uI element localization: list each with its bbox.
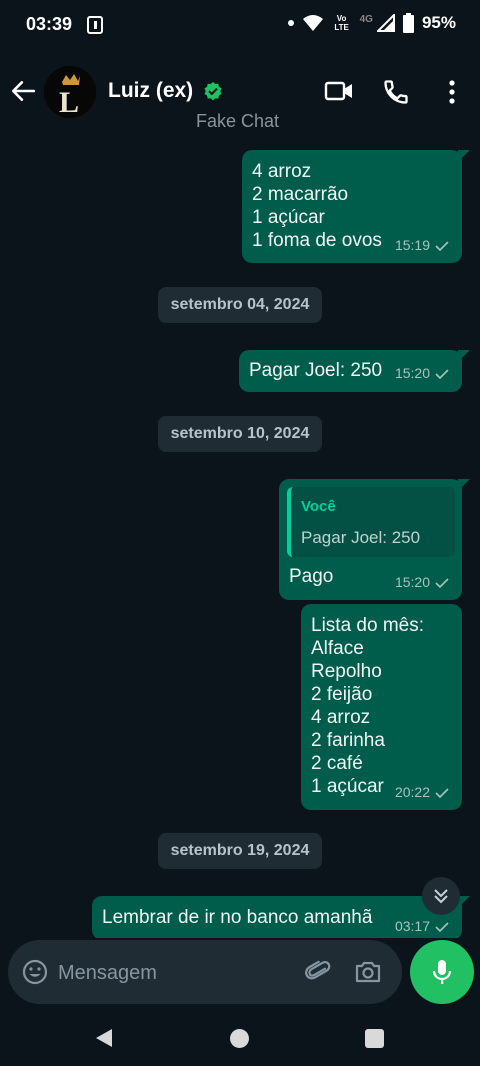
quote-text: Pagar Joel: 250: [301, 528, 421, 547]
date-chip: setembro 04, 2024: [158, 287, 322, 323]
wifi-icon: [302, 15, 323, 31]
phone-call-icon[interactable]: [382, 78, 410, 106]
avatar-letter: L: [59, 86, 79, 118]
message-bubble[interactable]: Você Pagar Joel: 250 Pago 15:20: [279, 479, 470, 600]
message-meta: 15:20: [395, 571, 450, 594]
message-time: 15:20: [394, 574, 430, 590]
network-type: 4G: [359, 13, 373, 25]
nav-back-icon[interactable]: [94, 1027, 114, 1049]
message-text: Lista do mês: Alface Repolho 2 feijão 4 …: [311, 615, 424, 797]
avatar-crown-icon: L: [44, 66, 96, 118]
message-input[interactable]: [56, 956, 280, 990]
message-bubble[interactable]: 4 arroz 2 macarrão 1 açúcar 1 foma de ov…: [242, 150, 470, 263]
chat-subtitle: Fake Chat: [196, 111, 280, 131]
message-meta: 03:17: [395, 915, 450, 938]
message-time: 03:17: [394, 918, 430, 934]
message-bubble[interactable]: Lista do mês: Alface Repolho 2 feijão 4 …: [301, 604, 462, 810]
voice-message-button[interactable]: [410, 940, 474, 1004]
contact-name[interactable]: Luiz (ex): [108, 79, 193, 103]
bubble-tail: [458, 479, 470, 491]
sent-check-icon: [435, 240, 449, 251]
camera-icon[interactable]: [354, 958, 382, 986]
chat-header: L Luiz (ex) Fake Chat: [0, 52, 480, 132]
back-arrow-icon[interactable]: [10, 78, 36, 104]
message-bubble[interactable]: Pagar Joel: 250 15:20: [239, 350, 470, 392]
nav-home-icon[interactable]: [230, 1029, 249, 1048]
quoted-message[interactable]: Você Pagar Joel: 250: [287, 487, 455, 557]
nav-recents-icon[interactable]: [365, 1029, 384, 1048]
video-call-icon[interactable]: [324, 78, 354, 104]
message-time: 15:19: [394, 237, 430, 253]
message-meta: 15:19: [395, 234, 450, 257]
bubble-tail: [458, 350, 470, 362]
notification-icon: [87, 16, 103, 34]
date-chip: setembro 19, 2024: [158, 833, 322, 869]
quote-author: Você: [301, 498, 336, 515]
avatar[interactable]: L: [44, 66, 96, 118]
attach-icon[interactable]: [304, 958, 332, 986]
system-nav-bar: [0, 1010, 480, 1066]
dot-icon: [287, 20, 294, 26]
volte-indicator: Vo LTE: [334, 14, 349, 32]
message-bubble[interactable]: Lembrar de ir no banco amanhã 03:17: [92, 896, 470, 938]
chat-area[interactable]: 4 arroz 2 macarrão 1 açúcar 1 foma de ov…: [0, 132, 480, 938]
emoji-icon[interactable]: [22, 959, 48, 985]
sent-check-icon: [435, 787, 449, 798]
message-meta: 20:22: [395, 781, 450, 804]
message-composer: [8, 940, 402, 1004]
message-meta: 15:20: [395, 362, 450, 385]
status-time: 03:39: [26, 14, 73, 34]
message-text: Pago: [289, 566, 334, 587]
signal-icon: [376, 14, 395, 32]
message-time: 15:20: [394, 365, 430, 381]
verified-icon: [204, 82, 222, 101]
status-bar: 03:39 Vo LTE 4G 95%: [0, 0, 480, 52]
sent-check-icon: [435, 577, 449, 588]
scroll-to-bottom-button[interactable]: [422, 877, 460, 915]
battery-icon: [402, 13, 414, 33]
more-options-icon[interactable]: [441, 78, 463, 106]
bubble-tail: [458, 150, 470, 162]
microphone-icon: [432, 960, 452, 984]
date-chip: setembro 10, 2024: [158, 416, 322, 452]
double-chevron-down-icon: [434, 889, 448, 904]
sent-check-icon: [435, 921, 449, 932]
message-time: 20:22: [394, 784, 430, 800]
battery-percent: 95%: [421, 13, 456, 32]
sent-check-icon: [435, 368, 449, 379]
